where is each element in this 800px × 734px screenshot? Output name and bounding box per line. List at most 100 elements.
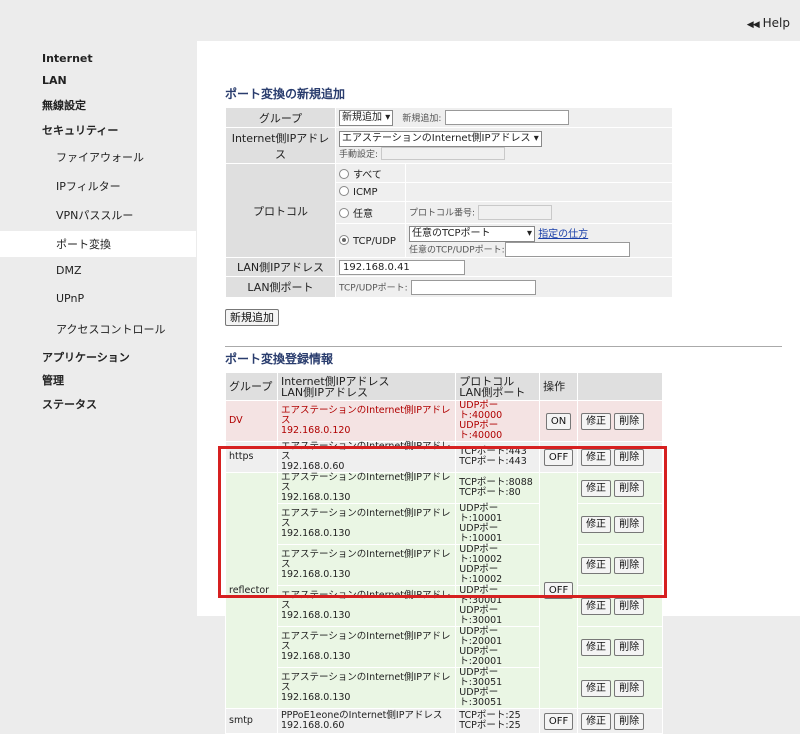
delete-button[interactable]: 削除 [614,412,645,430]
add-new-button[interactable]: 新規追加 [225,309,279,326]
delete-button[interactable]: 削除 [614,679,645,697]
dropdown-arrow-icon: ▾ [385,111,391,123]
radio-icon [339,186,349,196]
row-ip: PPPoE1eoneのInternet側IPアドレス 192.168.0.60 [276,708,457,734]
new-entry-form: グループ 新規追加 ▾ 新規追加: Internet側IPアドレス エアステーシ… [225,107,673,298]
edit-button[interactable]: 修正 [581,448,612,466]
table-row-reflector: エアステーションのInternet側IPアドレス 192.168.0.130 UD… [226,667,663,709]
row-ip: エアステーションのInternet側IPアドレス 192.168.0.60 [276,441,457,473]
protocol-label: プロトコル [225,163,336,258]
edit-button[interactable]: 修正 [581,597,612,615]
toggle-button[interactable]: OFF [543,448,574,466]
new-add-label: 新規追加: [402,113,442,124]
table-row-dv: DV エアステーションのInternet側IPアドレス 192.168.0.120… [225,400,663,442]
group-label: グループ [225,107,336,128]
lan-port-label: LAN側ポート [225,276,336,298]
lan-port-prefix: TCP/UDPポート: [339,283,408,293]
registered-table: グループ Internet側IPアドレス LAN側IPアドレス プロトコル LAN側… [225,372,663,734]
new-group-input[interactable] [444,110,569,125]
row-port: TCPポート:8088 TCPポート:80 [455,472,541,504]
nav-firewall[interactable]: ファイアウォール [56,149,144,165]
edit-button[interactable]: 修正 [581,679,612,697]
delete-button[interactable]: 削除 [614,448,645,466]
nav-dmz[interactable]: DMZ [56,264,82,277]
row-group: DV [225,400,278,442]
inet-ip-select[interactable]: エアステーションのInternet側IPアドレス ▾ [339,130,542,147]
row-port: UDPポート:10001 UDPポート:10001 [455,503,541,545]
delete-button[interactable]: 削除 [614,712,645,730]
head-ip: Internet側IPアドレス LAN側IPアドレス [276,372,457,401]
radio-all[interactable]: すべて [335,163,406,183]
edit-button[interactable]: 修正 [581,515,612,533]
group-select[interactable]: 新規追加 ▾ [339,109,394,126]
delete-button[interactable]: 削除 [614,556,645,574]
tcp-port-select[interactable]: 任意のTCPポート ▾ [409,225,535,242]
nav-ip-filter[interactable]: IPフィルター [56,178,121,194]
help-label: Help [762,16,790,30]
edit-button[interactable]: 修正 [581,556,612,574]
main-content: ポート変換の新規追加 グループ 新規追加 ▾ 新規追加: Internet側IP… [197,41,800,734]
row-group: https [225,441,278,473]
any-port-input[interactable] [504,241,630,257]
row-port: UDPポート:40000 UDPポート:40000 [455,400,541,442]
nav-vpn-passthrough[interactable]: VPNパススルー [56,207,133,223]
radio-selected-icon [339,234,349,245]
toggle-button[interactable]: OFF [543,582,574,599]
inet-ip-label: Internet側IPアドレス [225,127,336,164]
nav-access-control[interactable]: アクセスコントロール [56,321,165,337]
radio-icon [339,208,349,218]
manual-label: 手動設定: [339,149,379,160]
delete-button[interactable]: 削除 [614,638,645,656]
row-port: TCPポート:443 TCPポート:443 [455,441,541,473]
row-ip: エアステーションのInternet側IPアドレス 192.168.0.130 [276,544,457,586]
nav-wireless[interactable]: 無線設定 [42,97,86,113]
row-group: reflector [225,472,278,709]
help-link[interactable]: ◀◀ Help [747,16,790,30]
radio-any[interactable]: 任意 [335,201,406,224]
table-row-reflector: エアステーションのInternet側IPアドレス 192.168.0.130 UD… [226,503,663,545]
table-row-reflector: エアステーションのInternet側IPアドレス 192.168.0.130 UD… [226,544,663,586]
toggle-button[interactable]: ON [545,412,572,430]
edit-button[interactable]: 修正 [581,479,612,497]
edit-button[interactable]: 修正 [581,412,612,430]
row-ip: エアステーションのInternet側IPアドレス 192.168.0.130 [276,472,457,504]
nav-application[interactable]: アプリケーション [42,349,130,365]
protocol-number-input[interactable] [478,205,553,220]
lan-ip-input[interactable]: 192.168.0.41 [339,259,465,275]
nav-security[interactable]: セキュリティー [42,122,118,138]
row-ip: エアステーションのInternet側IPアドレス 192.168.0.130 [276,667,457,709]
head-action: 操作 [539,372,579,401]
head-group: グループ [225,372,278,401]
nav-admin[interactable]: 管理 [42,372,64,388]
row-port: UDPポート:20001 UDPポート:20001 [455,626,541,668]
table-row-reflector: reflector エアステーションのInternet側IPアドレス 192.16… [225,472,663,709]
delete-button[interactable]: 削除 [614,479,645,497]
any-port-label: 任意のTCP/UDPポート: [409,245,505,255]
row-ip: エアステーションのInternet側IPアドレス 192.168.0.130 [276,626,457,668]
nav-internet[interactable]: Internet [42,52,93,65]
edit-button[interactable]: 修正 [581,638,612,656]
section-divider [225,346,782,347]
delete-button[interactable]: 削除 [614,597,645,615]
delete-button[interactable]: 削除 [614,515,645,533]
dropdown-arrow-icon: ▾ [533,132,539,144]
nav-status[interactable]: ステータス [42,396,97,412]
toggle-button[interactable]: OFF [543,712,574,730]
how-to-link[interactable]: 指定の仕方 [538,229,588,240]
radio-tcpudp[interactable]: TCP/UDP [335,223,406,258]
new-entry-title: ポート変換の新規追加 [225,87,346,101]
lan-port-input[interactable] [410,279,536,295]
nav-port-forward[interactable]: ポート変換 [56,236,111,252]
nav-upnp[interactable]: UPnP [56,292,84,305]
lan-ip-label: LAN側IPアドレス [225,257,336,277]
table-row-https: https エアステーションのInternet側IPアドレス 192.168.0.… [225,441,663,473]
row-port: UDPポート:30001 UDPポート:30001 [455,585,541,627]
edit-button[interactable]: 修正 [581,712,612,730]
nav-lan[interactable]: LAN [42,74,67,87]
row-ip: エアステーションのInternet側IPアドレス 192.168.0.130 [276,585,457,627]
radio-icon [339,168,349,179]
manual-ip-input[interactable] [381,147,506,161]
radio-icmp[interactable]: ICMP [335,182,406,202]
protocol-number-label: プロトコル番号: [409,208,476,219]
dropdown-arrow-icon: ▾ [526,227,532,239]
